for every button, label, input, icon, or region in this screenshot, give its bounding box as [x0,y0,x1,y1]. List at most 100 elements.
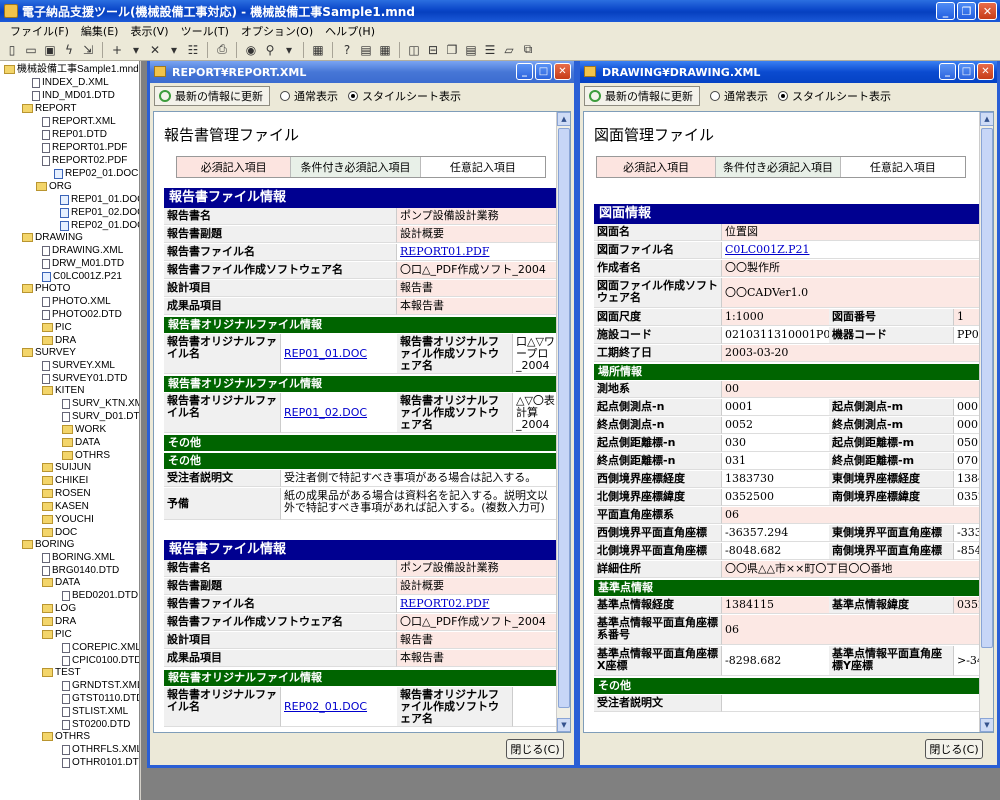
file-tree[interactable]: 機械設備工事Sample1.mnd INDEX_D.XML IND_MD01.DTD… [0,61,140,800]
tree-item[interactable]: PHOTO02.DTD [42,308,122,321]
scroll-down-icon[interactable]: ▼ [980,718,993,732]
scroll-up-icon[interactable]: ▲ [980,112,993,126]
tree-item[interactable]: CHIKEI [42,474,88,487]
report-refresh-button[interactable]: 最新の情報に更新 [154,86,270,106]
tree-item[interactable]: SURVEY.XML [42,359,115,372]
tree-item[interactable]: ORG [36,180,72,193]
menu-edit[interactable]: 編集(E) [75,23,125,39]
drawing-radio-style[interactable]: スタイルシート表示 [778,88,891,104]
search-dropdown-icon[interactable]: ▾ [281,42,297,58]
tree-item[interactable]: WORK [62,423,106,436]
drawing-file-link[interactable]: C0LC001Z.P21 [722,242,982,259]
tree-item[interactable]: REP01_01.DOC [60,193,139,206]
report-minimize-button[interactable]: _ [516,63,533,80]
tree-item[interactable]: KASEN [42,500,89,513]
tree-item[interactable]: REPORT.XML [42,115,116,128]
scroll-up-icon[interactable]: ▲ [557,112,570,126]
tree-item[interactable]: BED0201.DTD [62,589,138,602]
report-radio-style[interactable]: スタイルシート表示 [348,88,461,104]
tree-item[interactable]: REP01_02.DOC [60,206,139,219]
scroll-down-icon[interactable]: ▼ [557,718,570,732]
tree-item[interactable]: GTST0110.DTD [62,692,139,705]
tree-item[interactable]: OTHRFLS.XML [62,743,139,756]
drawing-radio-normal[interactable]: 通常表示 [710,88,768,104]
drawing-content[interactable]: 図面管理ファイル 必須記入項目 条件付き必須記入項目 任意記入項目 図面情報 図… [583,111,994,733]
tree-item[interactable]: DRA [42,615,76,628]
table-icon[interactable]: ▤ [463,42,479,58]
original-file-link[interactable]: REP01_01.DOC [281,334,397,374]
scroll-thumb[interactable] [558,128,570,708]
menu-options[interactable]: オプション(O) [235,23,319,39]
original-file-link[interactable]: REP02_01.DOC [281,687,397,727]
lightning-icon[interactable]: ϟ [61,42,77,58]
tree-item[interactable]: 機械設備工事Sample1.mnd [4,63,139,76]
close-button[interactable]: ✕ [978,2,997,20]
search-icon[interactable]: ⚲ [262,42,278,58]
help-icon[interactable]: ? [339,42,355,58]
add-dropdown-icon[interactable]: ▾ [128,42,144,58]
tree-item[interactable]: REP01.DTD [42,128,107,141]
tree-item[interactable]: SURV_KTN.XML [62,397,139,410]
drawing-minimize-button[interactable]: _ [939,63,956,80]
tree-item[interactable]: BORING [22,538,74,551]
tree-item[interactable]: REPORT [22,102,77,115]
report-close-dialog-button[interactable]: 閉じる(C) [506,739,564,759]
drawing-window-titlebar[interactable]: DRAWING¥DRAWING.XML _ □ ✕ [580,61,997,83]
tree-item[interactable]: PIC [42,321,72,334]
drawing-close-button[interactable]: ✕ [977,63,994,80]
comment-icon[interactable]: ▱ [501,42,517,58]
tree-item[interactable]: BORING.XML [42,551,115,564]
report-content[interactable]: 報告書管理ファイル 必須記入項目 条件付き必須記入項目 任意記入項目 報告書ファ… [153,111,571,733]
tree-item[interactable]: ROSEN [42,487,91,500]
scroll-thumb[interactable] [981,128,993,648]
report-close-button[interactable]: ✕ [554,63,571,80]
tree-item[interactable]: DATA [62,436,100,449]
original-file-link[interactable]: REP01_02.DOC [281,393,397,433]
report-file-link[interactable]: REPORT02.PDF [397,596,558,613]
new-file-icon[interactable]: ▯ [4,42,20,58]
tree-item[interactable]: PHOTO.XML [42,295,111,308]
minimize-button[interactable]: _ [936,2,955,20]
report-window-titlebar[interactable]: REPORT¥REPORT.XML _ □ ✕ [150,61,574,83]
drawing-vertical-scrollbar[interactable]: ▲ ▼ [979,112,993,732]
check-icon[interactable]: ◉ [243,42,259,58]
tree-item[interactable]: INDEX_D.XML [32,76,109,89]
tree-item[interactable]: IND_MD01.DTD [32,89,115,102]
menu-tools[interactable]: ツール(T) [175,23,235,39]
tree-item[interactable]: LOG [42,602,76,615]
report-file-link[interactable]: REPORT01.PDF [397,244,558,261]
tree-item[interactable]: PIC [42,628,72,641]
tile-horizontal-icon[interactable]: ⊟ [425,42,441,58]
menu-file[interactable]: ファイル(F) [4,23,75,39]
tree-item[interactable]: YOUCHI [42,513,94,526]
delete-dropdown-icon[interactable]: ▾ [166,42,182,58]
tree-item[interactable]: REP02_01.DOC [54,167,138,180]
cascade-icon[interactable]: ❐ [444,42,460,58]
restore-button[interactable]: ❐ [957,2,976,20]
drawing-close-dialog-button[interactable]: 閉じる(C) [925,739,983,759]
tree-item[interactable]: OTHRS [42,730,90,743]
tree-item[interactable]: REPORT02.PDF [42,154,127,167]
tree-item[interactable]: PHOTO [22,282,70,295]
tree-item[interactable]: SURVEY [22,346,76,359]
properties-icon[interactable]: ☷ [185,42,201,58]
export-icon[interactable]: ⇲ [80,42,96,58]
arrange-icon[interactable]: ⧉ [520,42,536,58]
tree-item[interactable]: DRAWING [22,231,83,244]
tree-item[interactable]: DATA [42,576,80,589]
tree-item[interactable]: KITEN [42,384,84,397]
save-icon[interactable]: ▣ [42,42,58,58]
tree-item[interactable]: SURV_D01.DTD [62,410,139,423]
calculator-icon[interactable]: ▦ [310,42,326,58]
delete-icon[interactable]: ✕ [147,42,163,58]
preview-icon[interactable]: ⎙ [214,42,230,58]
report-radio-normal[interactable]: 通常表示 [280,88,338,104]
tree-item[interactable]: DRAWING.XML [42,244,123,257]
tree-item[interactable]: DRW_M01.DTD [42,257,124,270]
menu-help[interactable]: ヘルプ(H) [319,23,381,39]
grid-icon[interactable]: ▦ [377,42,393,58]
tree-item[interactable]: TEST [42,666,81,679]
menu-view[interactable]: 表示(V) [124,23,174,39]
tile-vertical-icon[interactable]: ◫ [406,42,422,58]
tree-item[interactable]: COREPIC.XML [62,641,139,654]
